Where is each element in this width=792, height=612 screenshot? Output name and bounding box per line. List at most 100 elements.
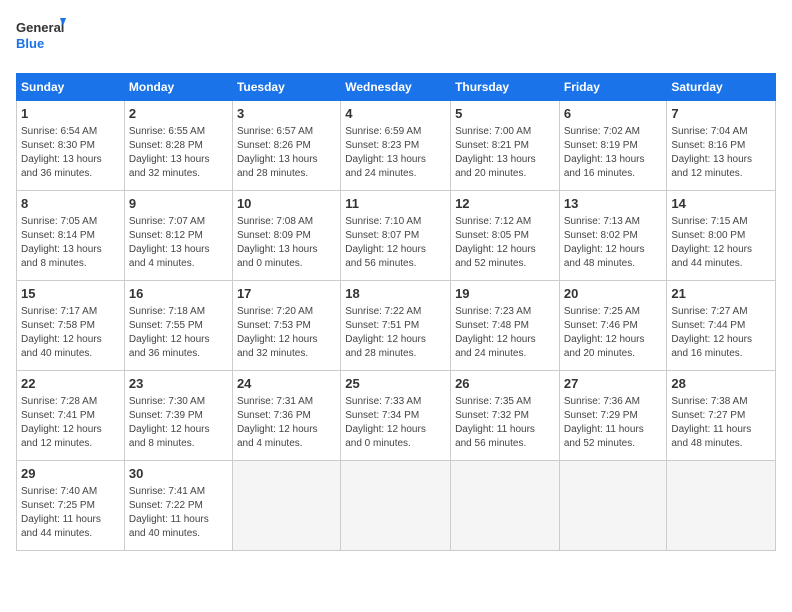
day-info: Sunrise: 7:36 AMSunset: 7:29 PMDaylight:… xyxy=(564,395,663,451)
calendar-day-cell: 9 Sunrise: 7:07 AMSunset: 8:12 PMDaylight… xyxy=(124,191,232,281)
day-number: 9 xyxy=(129,195,228,213)
calendar-table: SundayMondayTuesdayWednesdayThursdayFrid… xyxy=(16,73,776,551)
day-info: Sunrise: 6:59 AMSunset: 8:23 PMDaylight:… xyxy=(345,125,446,181)
day-info: Sunrise: 7:35 AMSunset: 7:32 PMDaylight:… xyxy=(455,395,555,451)
calendar-day-cell xyxy=(451,461,560,551)
day-number: 26 xyxy=(455,375,555,393)
calendar-day-cell: 25 Sunrise: 7:33 AMSunset: 7:34 PMDayligh… xyxy=(341,371,451,461)
calendar-day-cell: 7 Sunrise: 7:04 AMSunset: 8:16 PMDaylight… xyxy=(667,101,776,191)
day-info: Sunrise: 7:15 AMSunset: 8:00 PMDaylight:… xyxy=(671,215,771,271)
calendar-day-cell: 1 Sunrise: 6:54 AMSunset: 8:30 PMDaylight… xyxy=(17,101,125,191)
day-number: 21 xyxy=(671,285,771,303)
day-info: Sunrise: 7:08 AMSunset: 8:09 PMDaylight:… xyxy=(237,215,336,271)
calendar-week-row: 8 Sunrise: 7:05 AMSunset: 8:14 PMDaylight… xyxy=(17,191,776,281)
calendar-week-row: 15 Sunrise: 7:17 AMSunset: 7:58 PMDayligh… xyxy=(17,281,776,371)
day-number: 14 xyxy=(671,195,771,213)
day-info: Sunrise: 7:04 AMSunset: 8:16 PMDaylight:… xyxy=(671,125,771,181)
day-number: 4 xyxy=(345,105,446,123)
weekday-header: Monday xyxy=(124,74,232,101)
day-info: Sunrise: 7:40 AMSunset: 7:25 PMDaylight:… xyxy=(21,485,120,541)
day-number: 3 xyxy=(237,105,336,123)
calendar-day-cell: 28 Sunrise: 7:38 AMSunset: 7:27 PMDayligh… xyxy=(667,371,776,461)
calendar-day-cell: 2 Sunrise: 6:55 AMSunset: 8:28 PMDaylight… xyxy=(124,101,232,191)
weekday-header-row: SundayMondayTuesdayWednesdayThursdayFrid… xyxy=(17,74,776,101)
day-info: Sunrise: 7:13 AMSunset: 8:02 PMDaylight:… xyxy=(564,215,663,271)
calendar-day-cell: 26 Sunrise: 7:35 AMSunset: 7:32 PMDayligh… xyxy=(451,371,560,461)
page-header: General Blue xyxy=(16,16,776,61)
calendar-day-cell: 12 Sunrise: 7:12 AMSunset: 8:05 PMDayligh… xyxy=(451,191,560,281)
day-info: Sunrise: 7:27 AMSunset: 7:44 PMDaylight:… xyxy=(671,305,771,361)
day-info: Sunrise: 7:00 AMSunset: 8:21 PMDaylight:… xyxy=(455,125,555,181)
day-info: Sunrise: 6:54 AMSunset: 8:30 PMDaylight:… xyxy=(21,125,120,181)
day-info: Sunrise: 7:28 AMSunset: 7:41 PMDaylight:… xyxy=(21,395,120,451)
calendar-day-cell xyxy=(667,461,776,551)
day-number: 25 xyxy=(345,375,446,393)
calendar-week-row: 1 Sunrise: 6:54 AMSunset: 8:30 PMDaylight… xyxy=(17,101,776,191)
calendar-week-row: 29 Sunrise: 7:40 AMSunset: 7:25 PMDayligh… xyxy=(17,461,776,551)
day-number: 11 xyxy=(345,195,446,213)
day-number: 13 xyxy=(564,195,663,213)
calendar-day-cell xyxy=(232,461,340,551)
day-number: 15 xyxy=(21,285,120,303)
day-info: Sunrise: 7:20 AMSunset: 7:53 PMDaylight:… xyxy=(237,305,336,361)
day-info: Sunrise: 7:12 AMSunset: 8:05 PMDaylight:… xyxy=(455,215,555,271)
calendar-day-cell: 24 Sunrise: 7:31 AMSunset: 7:36 PMDayligh… xyxy=(232,371,340,461)
day-number: 23 xyxy=(129,375,228,393)
calendar-day-cell: 27 Sunrise: 7:36 AMSunset: 7:29 PMDayligh… xyxy=(559,371,667,461)
day-number: 2 xyxy=(129,105,228,123)
weekday-header: Wednesday xyxy=(341,74,451,101)
svg-text:Blue: Blue xyxy=(16,36,44,51)
calendar-day-cell: 15 Sunrise: 7:17 AMSunset: 7:58 PMDayligh… xyxy=(17,281,125,371)
calendar-day-cell: 29 Sunrise: 7:40 AMSunset: 7:25 PMDayligh… xyxy=(17,461,125,551)
day-number: 5 xyxy=(455,105,555,123)
logo: General Blue xyxy=(16,16,66,61)
calendar-day-cell xyxy=(559,461,667,551)
day-number: 20 xyxy=(564,285,663,303)
day-info: Sunrise: 7:18 AMSunset: 7:55 PMDaylight:… xyxy=(129,305,228,361)
day-info: Sunrise: 7:31 AMSunset: 7:36 PMDaylight:… xyxy=(237,395,336,451)
day-number: 29 xyxy=(21,465,120,483)
day-number: 7 xyxy=(671,105,771,123)
day-number: 30 xyxy=(129,465,228,483)
day-info: Sunrise: 7:07 AMSunset: 8:12 PMDaylight:… xyxy=(129,215,228,271)
calendar-day-cell: 10 Sunrise: 7:08 AMSunset: 8:09 PMDayligh… xyxy=(232,191,340,281)
svg-text:General: General xyxy=(16,20,64,35)
day-number: 24 xyxy=(237,375,336,393)
day-info: Sunrise: 7:30 AMSunset: 7:39 PMDaylight:… xyxy=(129,395,228,451)
day-number: 1 xyxy=(21,105,120,123)
calendar-day-cell: 11Sunrise: 7:10 AMSunset: 8:07 PMDayligh… xyxy=(341,191,451,281)
calendar-day-cell: 22Sunrise: 7:28 AMSunset: 7:41 PMDayligh… xyxy=(17,371,125,461)
calendar-day-cell: 8 Sunrise: 7:05 AMSunset: 8:14 PMDaylight… xyxy=(17,191,125,281)
calendar-day-cell: 30Sunrise: 7:41 AMSunset: 7:22 PMDayligh… xyxy=(124,461,232,551)
calendar-week-row: 22Sunrise: 7:28 AMSunset: 7:41 PMDayligh… xyxy=(17,371,776,461)
day-number: 19 xyxy=(455,285,555,303)
weekday-header: Friday xyxy=(559,74,667,101)
calendar-day-cell: 17 Sunrise: 7:20 AMSunset: 7:53 PMDayligh… xyxy=(232,281,340,371)
day-number: 17 xyxy=(237,285,336,303)
weekday-header: Tuesday xyxy=(232,74,340,101)
calendar-day-cell: 13 Sunrise: 7:13 AMSunset: 8:02 PMDayligh… xyxy=(559,191,667,281)
calendar-day-cell: 6 Sunrise: 7:02 AMSunset: 8:19 PMDaylight… xyxy=(559,101,667,191)
day-info: Sunrise: 6:55 AMSunset: 8:28 PMDaylight:… xyxy=(129,125,228,181)
calendar-day-cell: 16Sunrise: 7:18 AMSunset: 7:55 PMDayligh… xyxy=(124,281,232,371)
weekday-header: Sunday xyxy=(17,74,125,101)
day-info: Sunrise: 7:22 AMSunset: 7:51 PMDaylight:… xyxy=(345,305,446,361)
day-info: Sunrise: 7:05 AMSunset: 8:14 PMDaylight:… xyxy=(21,215,120,271)
calendar-day-cell: 4 Sunrise: 6:59 AMSunset: 8:23 PMDaylight… xyxy=(341,101,451,191)
calendar-day-cell: 18Sunrise: 7:22 AMSunset: 7:51 PMDayligh… xyxy=(341,281,451,371)
calendar-day-cell: 21 Sunrise: 7:27 AMSunset: 7:44 PMDayligh… xyxy=(667,281,776,371)
calendar-day-cell: 5 Sunrise: 7:00 AMSunset: 8:21 PMDaylight… xyxy=(451,101,560,191)
day-info: Sunrise: 7:33 AMSunset: 7:34 PMDaylight:… xyxy=(345,395,446,451)
weekday-header: Thursday xyxy=(451,74,560,101)
day-number: 10 xyxy=(237,195,336,213)
day-info: Sunrise: 7:02 AMSunset: 8:19 PMDaylight:… xyxy=(564,125,663,181)
day-number: 12 xyxy=(455,195,555,213)
calendar-day-cell: 14 Sunrise: 7:15 AMSunset: 8:00 PMDayligh… xyxy=(667,191,776,281)
day-info: Sunrise: 7:38 AMSunset: 7:27 PMDaylight:… xyxy=(671,395,771,451)
day-number: 8 xyxy=(21,195,120,213)
calendar-day-cell: 19Sunrise: 7:23 AMSunset: 7:48 PMDayligh… xyxy=(451,281,560,371)
day-number: 6 xyxy=(564,105,663,123)
day-info: Sunrise: 7:17 AMSunset: 7:58 PMDaylight:… xyxy=(21,305,120,361)
day-number: 27 xyxy=(564,375,663,393)
day-number: 28 xyxy=(671,375,771,393)
